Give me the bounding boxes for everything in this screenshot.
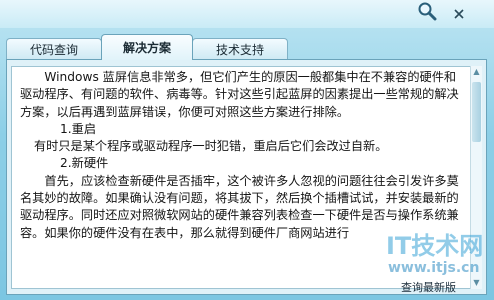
intro-paragraph: Windows 蓝屏信息非常多，但它们产生的原因一般都集中在不兼容的硬件和驱动程… xyxy=(20,70,459,119)
tab-bar: 代码查询 解决方案 技术支持 xyxy=(6,32,288,60)
check-latest-version-link[interactable]: 查询最新版 xyxy=(401,279,456,295)
search-button[interactable] xyxy=(412,2,442,24)
scroll-thumb[interactable] xyxy=(472,82,481,142)
watermark-url-text: www.itjs.cn xyxy=(388,260,480,276)
watermark: IT技术网 www.itjs.cn xyxy=(360,226,490,286)
close-icon xyxy=(454,4,464,23)
restart-paragraph: 有时只是某个程序或驱动程序一时犯错，重启后它们会改过自新。 xyxy=(34,139,388,154)
tab-solutions[interactable]: 解决方案 xyxy=(101,34,193,60)
toolbar xyxy=(0,0,494,28)
magnifier-icon xyxy=(417,1,437,25)
section-heading-restart: 1.重启 xyxy=(60,121,97,136)
close-button[interactable] xyxy=(452,6,466,20)
section-heading-new-hardware: 2.新硬件 xyxy=(60,156,109,171)
watermark-main-text: IT技术网 xyxy=(386,232,484,260)
tab-tech-support[interactable]: 技术支持 xyxy=(192,38,288,60)
tab-code-query[interactable]: 代码查询 xyxy=(6,38,102,60)
scroll-up-icon[interactable]: ▲ xyxy=(471,66,482,78)
